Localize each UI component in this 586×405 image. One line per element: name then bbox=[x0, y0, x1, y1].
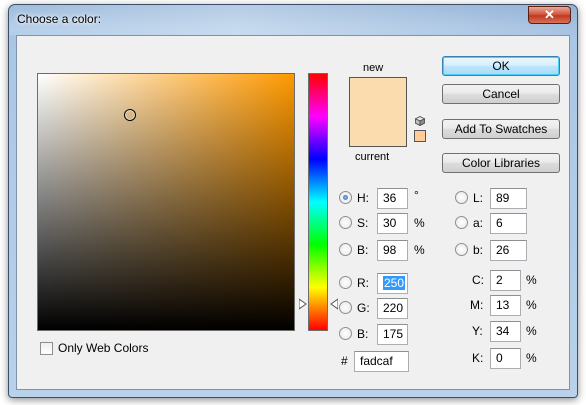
yellow-label: Y: bbox=[472, 324, 483, 338]
only-web-colors-checkbox[interactable] bbox=[40, 342, 53, 355]
only-web-colors-label: Only Web Colors bbox=[58, 341, 149, 355]
red-label: R: bbox=[357, 276, 369, 290]
title-bar[interactable]: Choose a color: ✕ bbox=[9, 5, 577, 35]
brightness-radio[interactable] bbox=[339, 243, 352, 256]
yellow-unit: % bbox=[526, 324, 537, 338]
brightness-unit: % bbox=[414, 243, 425, 257]
close-button[interactable]: ✕ bbox=[528, 6, 571, 24]
add-to-swatches-button[interactable]: Add To Swatches bbox=[442, 119, 560, 139]
b-channel-input[interactable]: 26 bbox=[490, 240, 527, 261]
cube-icon[interactable] bbox=[415, 116, 425, 126]
magenta-label: M: bbox=[470, 298, 484, 312]
a-channel-radio[interactable] bbox=[455, 216, 468, 229]
black-unit: % bbox=[526, 351, 537, 365]
yellow-input[interactable]: 34 bbox=[490, 321, 521, 342]
ok-button[interactable]: OK bbox=[442, 56, 560, 76]
hue-radio[interactable] bbox=[339, 191, 352, 204]
color-preview-swatch bbox=[349, 77, 407, 147]
a-channel-label: a: bbox=[473, 216, 484, 230]
current-color-label: current bbox=[355, 151, 390, 163]
hue-slider[interactable] bbox=[308, 73, 328, 331]
hex-label: # bbox=[341, 354, 348, 368]
lightness-input[interactable]: 89 bbox=[490, 188, 527, 209]
b-channel-radio[interactable] bbox=[455, 243, 468, 256]
new-color-label: new bbox=[363, 62, 384, 74]
green-radio[interactable] bbox=[339, 301, 352, 314]
a-channel-input[interactable]: 6 bbox=[490, 213, 527, 234]
red-input[interactable]: 250 bbox=[377, 273, 408, 294]
color-libraries-button[interactable]: Color Libraries bbox=[442, 153, 560, 173]
color-picker-window: Choose a color: ✕ new current OK Cancel … bbox=[8, 4, 578, 398]
blue-radio[interactable] bbox=[339, 327, 352, 340]
web-safe-color-chip[interactable] bbox=[414, 130, 426, 142]
window-title: Choose a color: bbox=[17, 12, 102, 26]
saturation-radio[interactable] bbox=[339, 216, 352, 229]
lightness-radio[interactable] bbox=[455, 191, 468, 204]
red-input-value: 250 bbox=[383, 276, 406, 290]
new-color-swatch bbox=[350, 78, 406, 112]
hex-input[interactable]: fadcaf bbox=[354, 351, 409, 372]
cyan-input[interactable]: 2 bbox=[490, 270, 521, 291]
magenta-unit: % bbox=[526, 298, 537, 312]
color-field[interactable] bbox=[37, 73, 295, 331]
hue-unit: ° bbox=[414, 188, 419, 202]
green-label: G: bbox=[357, 301, 370, 315]
hue-slider-right-arrow-icon[interactable] bbox=[330, 298, 338, 310]
hue-slider-left-arrow-icon[interactable] bbox=[299, 298, 307, 310]
saturation-unit: % bbox=[414, 216, 425, 230]
black-label: K: bbox=[472, 351, 484, 365]
brightness-input[interactable]: 98 bbox=[377, 240, 408, 261]
dialog-body: new current OK Cancel Add To Swatches Co… bbox=[16, 35, 570, 390]
color-field-marker[interactable] bbox=[124, 109, 136, 121]
cyan-unit: % bbox=[526, 273, 537, 287]
brightness-label: B: bbox=[357, 243, 369, 257]
saturation-input[interactable]: 30 bbox=[377, 213, 408, 234]
blue-input[interactable]: 175 bbox=[377, 324, 408, 345]
saturation-label: S: bbox=[357, 216, 369, 230]
b-channel-label: b: bbox=[473, 243, 484, 257]
hue-input[interactable]: 36 bbox=[377, 188, 408, 209]
blue-label: B: bbox=[357, 327, 369, 341]
current-color-swatch[interactable] bbox=[350, 112, 406, 146]
lightness-label: L: bbox=[473, 191, 484, 205]
black-input[interactable]: 0 bbox=[490, 348, 521, 369]
hue-label: H: bbox=[357, 191, 369, 205]
red-radio[interactable] bbox=[339, 276, 352, 289]
cyan-label: C: bbox=[472, 273, 484, 287]
green-input[interactable]: 220 bbox=[377, 298, 408, 319]
magenta-input[interactable]: 13 bbox=[490, 295, 521, 316]
cancel-button[interactable]: Cancel bbox=[442, 84, 560, 104]
